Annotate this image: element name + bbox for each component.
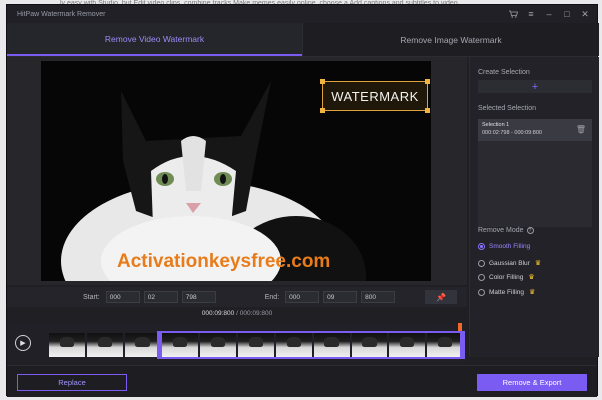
play-icon: ▶ [20, 340, 26, 347]
mode-smooth-filling[interactable]: Smooth Filling [478, 243, 530, 250]
title-bar: HitPaw Watermark Remover ≡ – □ ✕ [7, 5, 597, 23]
help-icon[interactable]: ? [526, 227, 534, 234]
timeline: ▶ [7, 323, 467, 363]
radio-icon [478, 259, 485, 267]
start-seconds-field[interactable]: 02 [143, 291, 178, 303]
thumbnail [124, 333, 161, 357]
app-title: HitPaw Watermark Remover [17, 10, 106, 18]
watermark-selection-box[interactable]: WATERMARK [320, 79, 430, 113]
cart-icon[interactable] [507, 8, 519, 20]
thumbnail [86, 333, 123, 357]
start-label: Start: [83, 293, 100, 301]
tab-remove-image-watermark[interactable]: Remove Image Watermark [302, 23, 599, 56]
overlay-site-text: Activationkeysfree.com [117, 251, 331, 272]
bottom-bar: Replace Remove & Export [7, 365, 597, 397]
selection-list [478, 141, 592, 227]
remove-export-button[interactable]: Remove & Export [477, 374, 587, 391]
mode-gaussian-blur[interactable]: Gaussian Blur ♛ [478, 259, 541, 267]
selection-panel: Create Selection + Selected Selection Se… [469, 57, 599, 357]
playback-timestamp: 000:09:800 / 000:09:800 [7, 310, 467, 317]
current-time: 000:09:800 [201, 310, 235, 317]
resize-handle-bottom-right[interactable] [425, 108, 430, 113]
pin-icon: 📌 [436, 292, 446, 302]
end-hours-field[interactable]: 000 [285, 291, 320, 303]
end-ms-field[interactable]: 800 [361, 291, 396, 303]
radio-icon [478, 288, 485, 296]
tab-remove-video-watermark[interactable]: Remove Video Watermark [7, 23, 302, 56]
selection-name: Selection 1 [482, 122, 510, 128]
mode-label: Color Filling [489, 273, 524, 281]
app-window: HitPaw Watermark Remover ≡ – □ ✕ Remove … [6, 4, 599, 397]
mode-label: Smooth Filling [489, 243, 531, 250]
create-selection-button[interactable]: + [478, 80, 592, 93]
mode-label: Gaussian Blur [489, 259, 530, 267]
pin-button[interactable]: 📌 [425, 290, 457, 304]
playhead-marker[interactable] [458, 323, 462, 331]
plus-icon: + [531, 80, 539, 93]
play-button[interactable]: ▶ [15, 335, 31, 351]
replace-button[interactable]: Replace [17, 374, 127, 391]
mode-label: Matte Filling [489, 288, 525, 296]
watermark-text: WATERMARK [331, 88, 419, 104]
mode-color-filling[interactable]: Color Filling ♛ [478, 273, 535, 281]
end-seconds-field[interactable]: 09 [323, 291, 358, 303]
end-label: End: [264, 293, 280, 301]
start-ms-field[interactable]: 798 [181, 291, 216, 303]
time-separator: / [236, 310, 238, 317]
mode-tabs: Remove Video Watermark Remove Image Wate… [7, 23, 599, 57]
crown-icon: ♛ [528, 274, 535, 281]
total-time: 000:09:800 [239, 310, 273, 317]
remove-mode-heading-row: Remove Mode ? [478, 227, 534, 234]
time-range-row: Start: 000 02 798 End: 000 09 800 📌 [7, 287, 467, 307]
window-controls: ≡ – □ ✕ [507, 8, 591, 20]
resize-handle-bottom-left[interactable] [320, 108, 325, 113]
resize-handle-top-right[interactable] [425, 79, 430, 84]
mode-matte-filling[interactable]: Matte Filling ♛ [478, 288, 535, 296]
close-icon[interactable]: ✕ [579, 8, 591, 20]
crown-icon: ♛ [534, 260, 542, 267]
video-frame: WATERMARK Activationkeysfree.com [41, 61, 431, 281]
create-selection-heading: Create Selection [478, 69, 530, 76]
trash-icon[interactable]: 🗑 [576, 125, 586, 134]
timeline-selection-range[interactable] [157, 331, 465, 359]
thumbnail [49, 333, 85, 357]
resize-handle-top-left[interactable] [320, 79, 325, 84]
radio-selected-icon [478, 243, 485, 250]
minimize-icon[interactable]: – [543, 8, 555, 20]
selection-range: 000:02:798 - 000:09:800 [482, 130, 542, 136]
selection-item[interactable]: Selection 1 000:02:798 - 000:09:800 🗑 [478, 119, 592, 141]
menu-icon[interactable]: ≡ [525, 8, 537, 20]
selected-selection-heading: Selected Selection [478, 105, 536, 112]
radio-icon [478, 273, 485, 281]
remove-mode-heading: Remove Mode [478, 227, 524, 234]
video-preview-area: WATERMARK Activationkeysfree.com [7, 57, 467, 285]
crown-icon: ♛ [529, 289, 536, 296]
maximize-icon[interactable]: □ [561, 8, 573, 20]
start-hours-field[interactable]: 000 [105, 291, 140, 303]
